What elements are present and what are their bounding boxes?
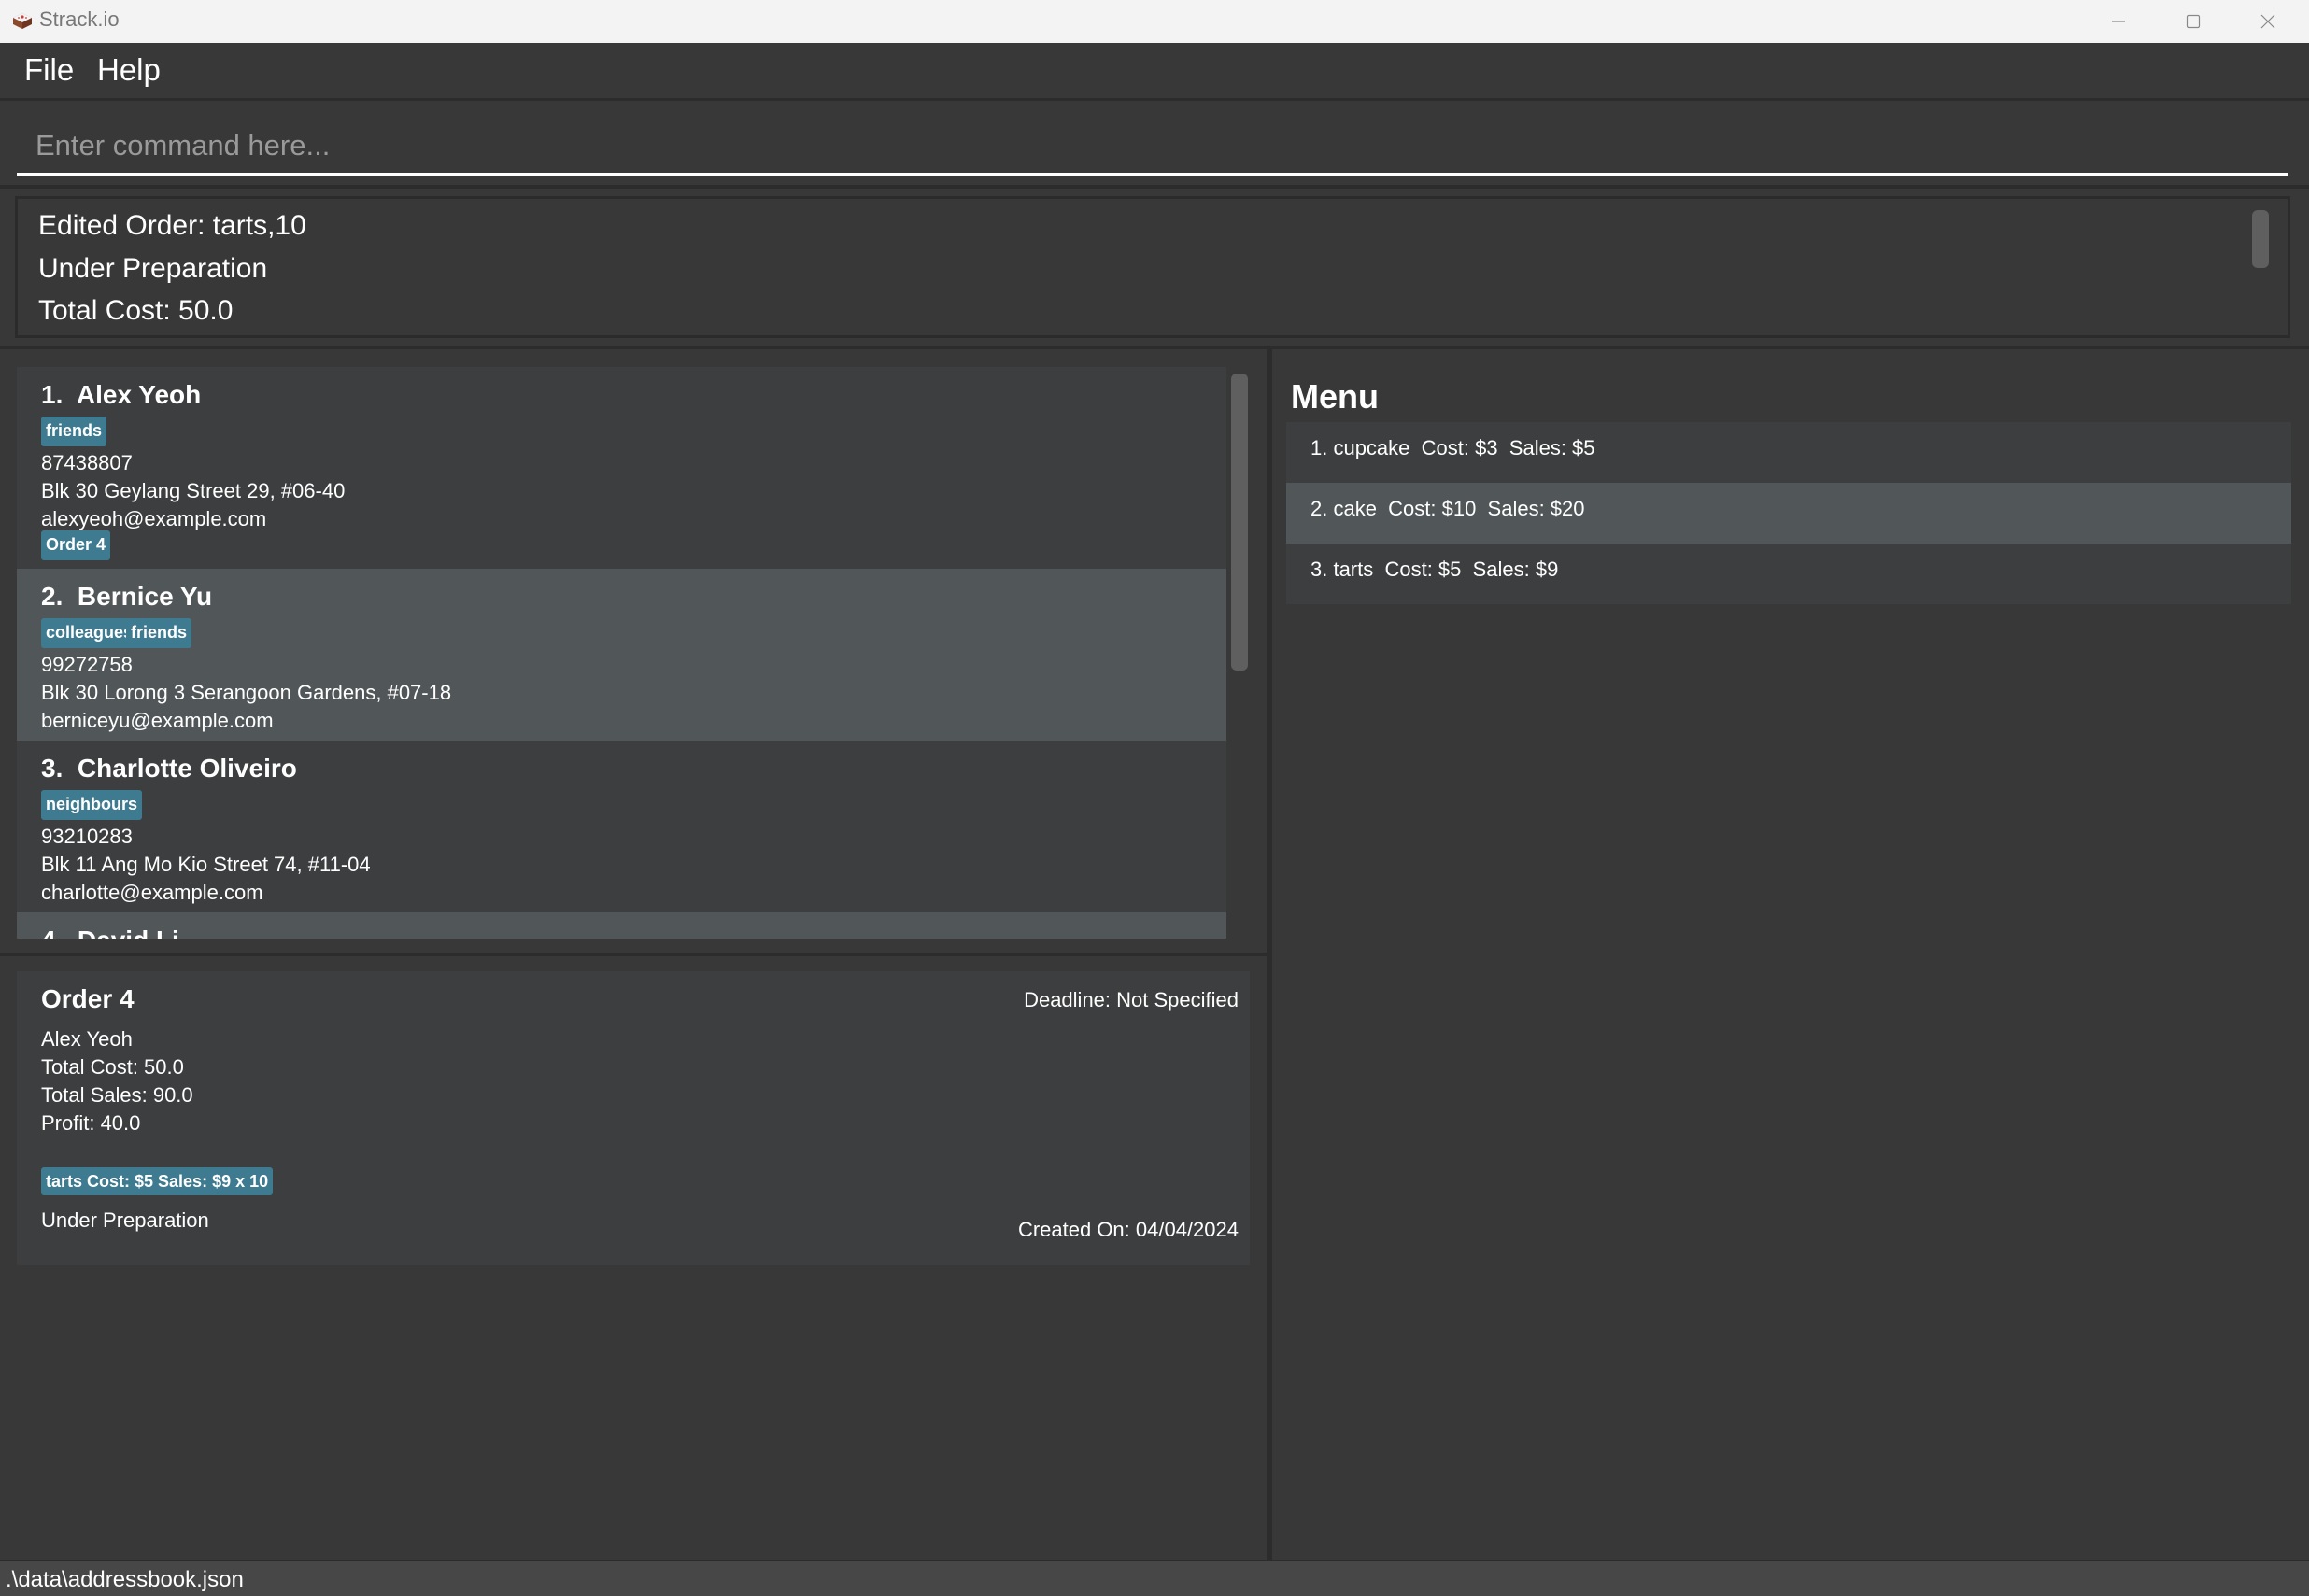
order-customer: Alex Yeoh <box>41 1027 133 1051</box>
menu-file[interactable]: File <box>24 52 74 88</box>
order-deadline: Deadline: Not Specified <box>1024 988 1239 1011</box>
person-address: Blk 30 Lorong 3 Serangoon Gardens, #07-1… <box>41 681 452 704</box>
result-scrollbar[interactable] <box>2252 210 2269 268</box>
person-address: Blk 30 Geylang Street 29, #06-40 <box>41 479 346 502</box>
order-card[interactable]: Order 4 Deadline: Not Specified Alex Yeo… <box>17 971 1250 1265</box>
person-email: charlotte@example.com <box>41 881 263 904</box>
status-file-path: .\data\addressbook.json <box>6 1567 244 1592</box>
order-item-tag: tarts Cost: $5 Sales: $9 x 10 <box>41 1167 274 1195</box>
command-input[interactable] <box>17 118 2288 176</box>
person-name: 4. David Li <box>41 925 179 939</box>
person-phone: 99272758 <box>41 653 133 676</box>
person-index: 4. <box>41 925 63 939</box>
menu-list-item[interactable]: 3. tarts Cost: $5 Sales: $9 <box>1286 544 2291 604</box>
left-pane: 1. Alex Yeoh friends 87438807 Blk 30 Gey… <box>0 349 1267 1560</box>
menu-panel: Menu 1. cupcake Cost: $3 Sales: $5 2. ca… <box>1272 349 2309 1560</box>
person-list-scrollbar[interactable] <box>1231 374 1248 671</box>
maximize-button[interactable] <box>2156 0 2231 43</box>
person-list: 1. Alex Yeoh friends 87438807 Blk 30 Gey… <box>17 367 1226 939</box>
order-title: Order 4 <box>41 984 135 1013</box>
window-title: Strack.io <box>39 7 120 31</box>
person-tag: colleagues <box>41 618 138 648</box>
person-tag: neighbours <box>41 790 142 820</box>
app-cake-icon <box>12 12 33 29</box>
result-line: Under Preparation <box>38 253 268 284</box>
status-bar: .\data\addressbook.json <box>0 1560 2309 1596</box>
person-name-text: Bernice Yu <box>77 582 213 611</box>
person-name: 3. Charlotte Oliveiro <box>41 754 297 784</box>
result-display: Edited Order: tarts,10 Under Preparation… <box>0 185 2309 346</box>
order-profit: Profit: 40.0 <box>41 1111 141 1135</box>
minimize-button[interactable] <box>2081 0 2156 43</box>
person-order-tag: Order 4 <box>41 530 111 560</box>
result-line: Total Cost: 50.0 <box>38 295 234 326</box>
person-name-text: Alex Yeoh <box>76 380 202 409</box>
person-card[interactable]: 3. Charlotte Oliveiro neighbours 9321028… <box>17 741 1226 912</box>
person-email: berniceyu@example.com <box>41 709 274 732</box>
person-phone: 93210283 <box>41 825 133 848</box>
person-email: alexyeoh@example.com <box>41 507 267 530</box>
person-address: Blk 11 Ang Mo Kio Street 74, #11-04 <box>41 853 371 876</box>
close-icon <box>2260 14 2275 29</box>
person-phone: 87438807 <box>41 451 133 474</box>
person-tag: friends <box>126 618 192 648</box>
menu-bar: File Help <box>0 43 2309 101</box>
menu-title: Menu <box>1291 377 1379 416</box>
order-total-sales: Total Sales: 90.0 <box>41 1083 193 1107</box>
list-divider <box>0 953 1267 956</box>
menu-list-item[interactable]: 1. cupcake Cost: $3 Sales: $5 <box>1286 422 2291 483</box>
person-name-text: Charlotte Oliveiro <box>77 754 297 783</box>
person-card[interactable]: 1. Alex Yeoh friends 87438807 Blk 30 Gey… <box>17 367 1226 569</box>
maximize-icon <box>2186 14 2201 29</box>
person-name: 2. Bernice Yu <box>41 582 212 612</box>
minimize-icon <box>2112 21 2125 22</box>
result-line: Edited Order: tarts,10 <box>38 210 306 241</box>
person-card[interactable]: 4. David Li <box>17 912 1226 939</box>
command-box <box>0 101 2309 185</box>
person-index: 2. <box>41 582 64 611</box>
menu-help[interactable]: Help <box>97 52 161 88</box>
order-status: Under Preparation <box>41 1208 209 1232</box>
person-card-selected[interactable]: 2. Bernice Yu colleagues friends 9927275… <box>17 569 1226 741</box>
person-tag: friends <box>41 417 107 446</box>
result-text-area[interactable]: Edited Order: tarts,10 Under Preparation… <box>15 196 2290 338</box>
menu-list-item-selected[interactable]: 2. cake Cost: $10 Sales: $20 <box>1286 483 2291 544</box>
person-index: 3. <box>41 754 64 783</box>
order-total-cost: Total Cost: 50.0 <box>41 1055 184 1079</box>
person-name: 1. Alex Yeoh <box>41 380 201 410</box>
close-button[interactable] <box>2231 0 2305 43</box>
title-bar: Strack.io <box>0 0 2309 43</box>
order-created-date: Created On: 04/04/2024 <box>1017 1218 1239 1241</box>
person-index: 1. <box>41 380 64 409</box>
person-name-text: David Li <box>78 925 179 939</box>
